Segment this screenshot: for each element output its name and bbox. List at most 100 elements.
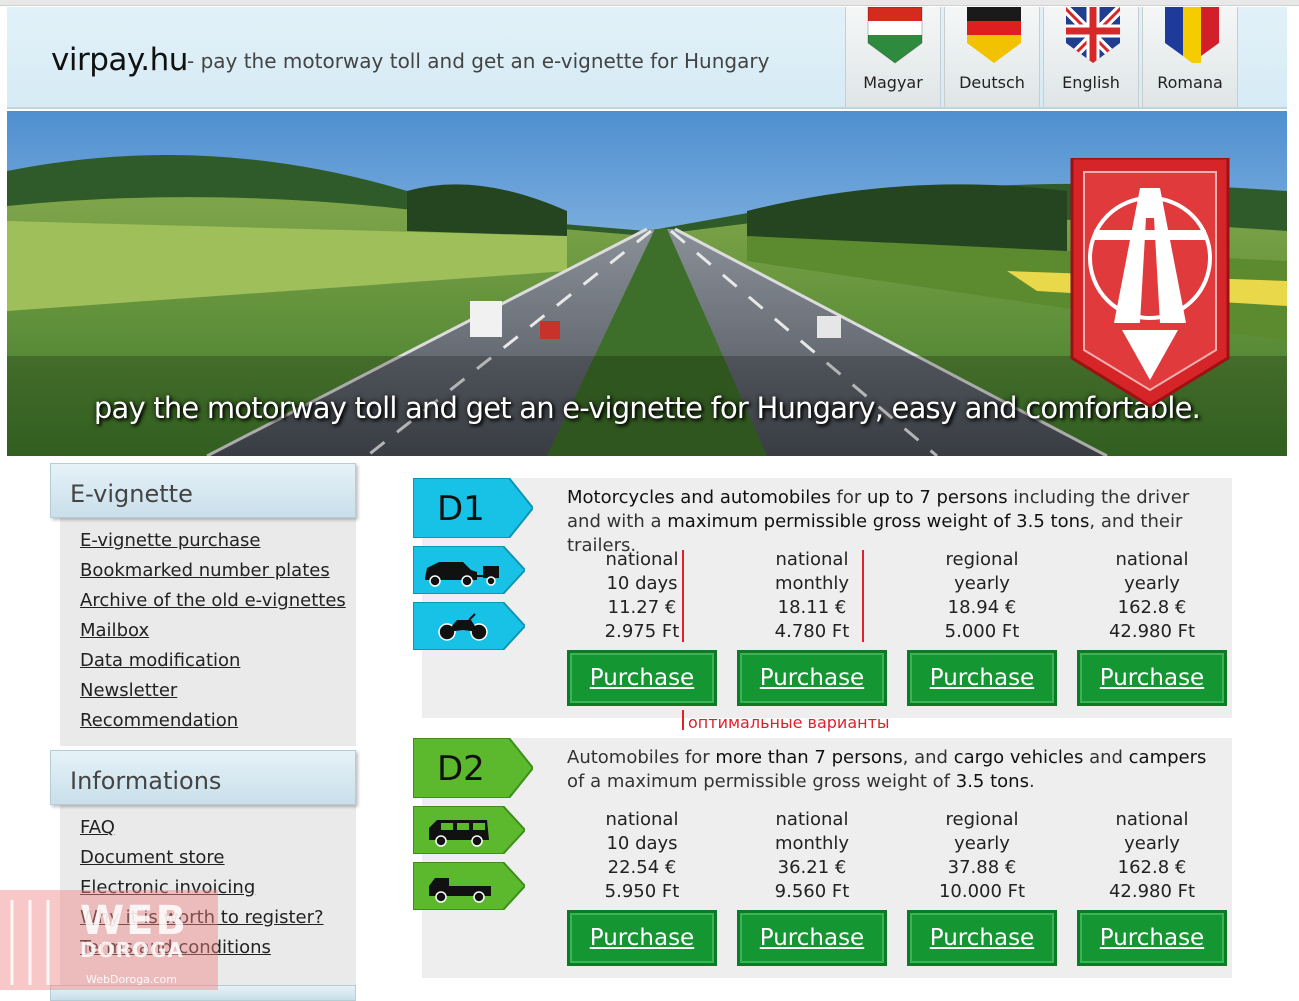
hungary-flag-icon <box>867 7 923 64</box>
price-option: national 10 days 11.27 € 2.975 Ft <box>567 548 717 644</box>
motorway-sign-logo-icon <box>1070 158 1230 408</box>
language-label: Deutsch <box>959 73 1025 92</box>
price-option: national 10 days 22.54 € 5.950 Ft <box>567 808 717 904</box>
description-part: , and <box>902 747 954 768</box>
purchase-button[interactable]: Purchase <box>1077 650 1227 706</box>
pickup-truck-icon <box>413 862 525 910</box>
language-deutsch[interactable]: Deutsch <box>944 7 1040 107</box>
option-price-huf: 2.975 Ft <box>604 621 680 642</box>
van-icon <box>413 806 525 854</box>
option-price-huf: 4.780 Ft <box>774 621 850 642</box>
section-title: Informations <box>70 767 222 795</box>
option-period: monthly <box>774 833 850 854</box>
option-period: 10 days <box>606 573 678 594</box>
price-option: national yearly 162.8 € 42.980 Ft <box>1077 808 1227 904</box>
purchase-button[interactable]: Purchase <box>907 910 1057 966</box>
purchase-button[interactable]: Purchase <box>567 650 717 706</box>
option-period: yearly <box>1124 833 1180 854</box>
link-recommendation[interactable]: Recommendation <box>80 706 356 736</box>
link-mailbox[interactable]: Mailbox <box>80 616 356 646</box>
description-part: more than 7 persons <box>715 747 903 768</box>
link-document-store[interactable]: Document store <box>80 843 356 873</box>
description-part: and <box>1083 747 1129 768</box>
language-label: Magyar <box>863 73 923 92</box>
sidebar-section-header-informations: Informations <box>50 750 356 805</box>
option-price-huf: 10.000 Ft <box>938 881 1026 902</box>
purchase-button[interactable]: Purchase <box>737 910 887 966</box>
link-archive-old-evignettes[interactable]: Archive of the old e-vignettes <box>80 586 356 616</box>
option-price-eur: 162.8 € <box>1117 597 1187 618</box>
language-romana[interactable]: Romana <box>1142 7 1238 107</box>
option-period: yearly <box>1124 573 1180 594</box>
site-tagline: - pay the motorway toll and get an e-vig… <box>187 49 770 73</box>
language-label: Romana <box>1157 73 1223 92</box>
link-newsletter[interactable]: Newsletter <box>80 676 356 706</box>
option-price-huf: 42.980 Ft <box>1108 621 1196 642</box>
section-title: E-vignette <box>70 480 193 508</box>
category-code: D2 <box>437 749 485 789</box>
annotation-marker <box>682 710 684 730</box>
option-type: national <box>775 809 849 830</box>
option-period: 10 days <box>606 833 678 854</box>
description-part: maximum permissible gross weight of 3.5 … <box>667 511 1090 532</box>
option-price-eur: 11.27 € <box>607 597 677 618</box>
price-option: regional yearly 18.94 € 5.000 Ft <box>907 548 1057 644</box>
link-data-modification[interactable]: Data modification <box>80 646 356 676</box>
description-part: 3.5 tons <box>955 771 1029 792</box>
price-option: national monthly 18.11 € 4.780 Ft <box>737 548 887 644</box>
hero-banner: pay the motorway toll and get an e-vigne… <box>7 111 1287 456</box>
highlight-marker <box>862 550 864 642</box>
category-description: Automobiles for more than 7 persons, and… <box>567 746 1227 794</box>
description-part: Motorcycles and automobiles <box>567 487 831 508</box>
motorcycle-icon <box>413 602 525 650</box>
option-period: yearly <box>954 573 1010 594</box>
price-option: national monthly 36.21 € 9.560 Ft <box>737 808 887 904</box>
option-price-eur: 22.54 € <box>607 857 677 878</box>
watermark-word: DOROGA <box>80 938 184 962</box>
browser-top-edge <box>0 0 1299 6</box>
description-part: up to 7 persons <box>866 487 1008 508</box>
purchase-button[interactable]: Purchase <box>1077 910 1227 966</box>
option-type: national <box>775 549 849 570</box>
link-evignette-purchase[interactable]: E-vignette purchase <box>80 526 356 556</box>
option-price-huf: 5.000 Ft <box>944 621 1020 642</box>
purchase-button[interactable]: Purchase <box>737 650 887 706</box>
price-option: national yearly 162.8 € 42.980 Ft <box>1077 548 1227 644</box>
description-part: of a maximum permissible gross weight of <box>567 771 956 792</box>
category-code: D1 <box>437 489 485 529</box>
option-price-eur: 18.11 € <box>777 597 847 618</box>
option-type: national <box>605 549 679 570</box>
sidebar-section-header-evignette: E-vignette <box>50 463 356 518</box>
option-period: monthly <box>774 573 850 594</box>
purchase-button[interactable]: Purchase <box>907 650 1057 706</box>
option-type: national <box>605 809 679 830</box>
germany-flag-icon <box>967 7 1021 63</box>
description-part: . <box>1028 771 1035 792</box>
description-part: campers <box>1128 747 1207 768</box>
price-option: regional yearly 37.88 € 10.000 Ft <box>907 808 1057 904</box>
option-price-huf: 5.950 Ft <box>604 881 680 902</box>
option-price-eur: 36.21 € <box>777 857 847 878</box>
highlight-marker <box>682 550 684 642</box>
language-english[interactable]: English <box>1043 7 1139 107</box>
option-type: national <box>1115 549 1189 570</box>
option-price-huf: 9.560 Ft <box>774 881 850 902</box>
link-faq[interactable]: FAQ <box>80 813 356 843</box>
romania-flag-icon <box>1165 7 1219 63</box>
description-part: Automobiles for <box>567 747 716 768</box>
option-type: regional <box>945 549 1019 570</box>
option-price-eur: 162.8 € <box>1117 857 1187 878</box>
option-price-eur: 18.94 € <box>947 597 1017 618</box>
watermark-road-icon <box>10 900 50 985</box>
option-type: regional <box>945 809 1019 830</box>
link-bookmarked-number-plates[interactable]: Bookmarked number plates <box>80 556 356 586</box>
sidebar-links-evignette: E-vignette purchase Bookmarked number pl… <box>60 518 356 746</box>
site-title[interactable]: virpay.hu <box>51 42 188 78</box>
description-part: for <box>830 487 867 508</box>
purchase-button[interactable]: Purchase <box>567 910 717 966</box>
watermark-url: WebDoroga.com <box>86 973 177 986</box>
category-panel-d1: D1 Motorcycles and automobiles for up to… <box>413 478 1232 718</box>
language-magyar[interactable]: Magyar <box>845 7 941 107</box>
description-part: cargo vehicles <box>953 747 1084 768</box>
option-period: yearly <box>954 833 1010 854</box>
